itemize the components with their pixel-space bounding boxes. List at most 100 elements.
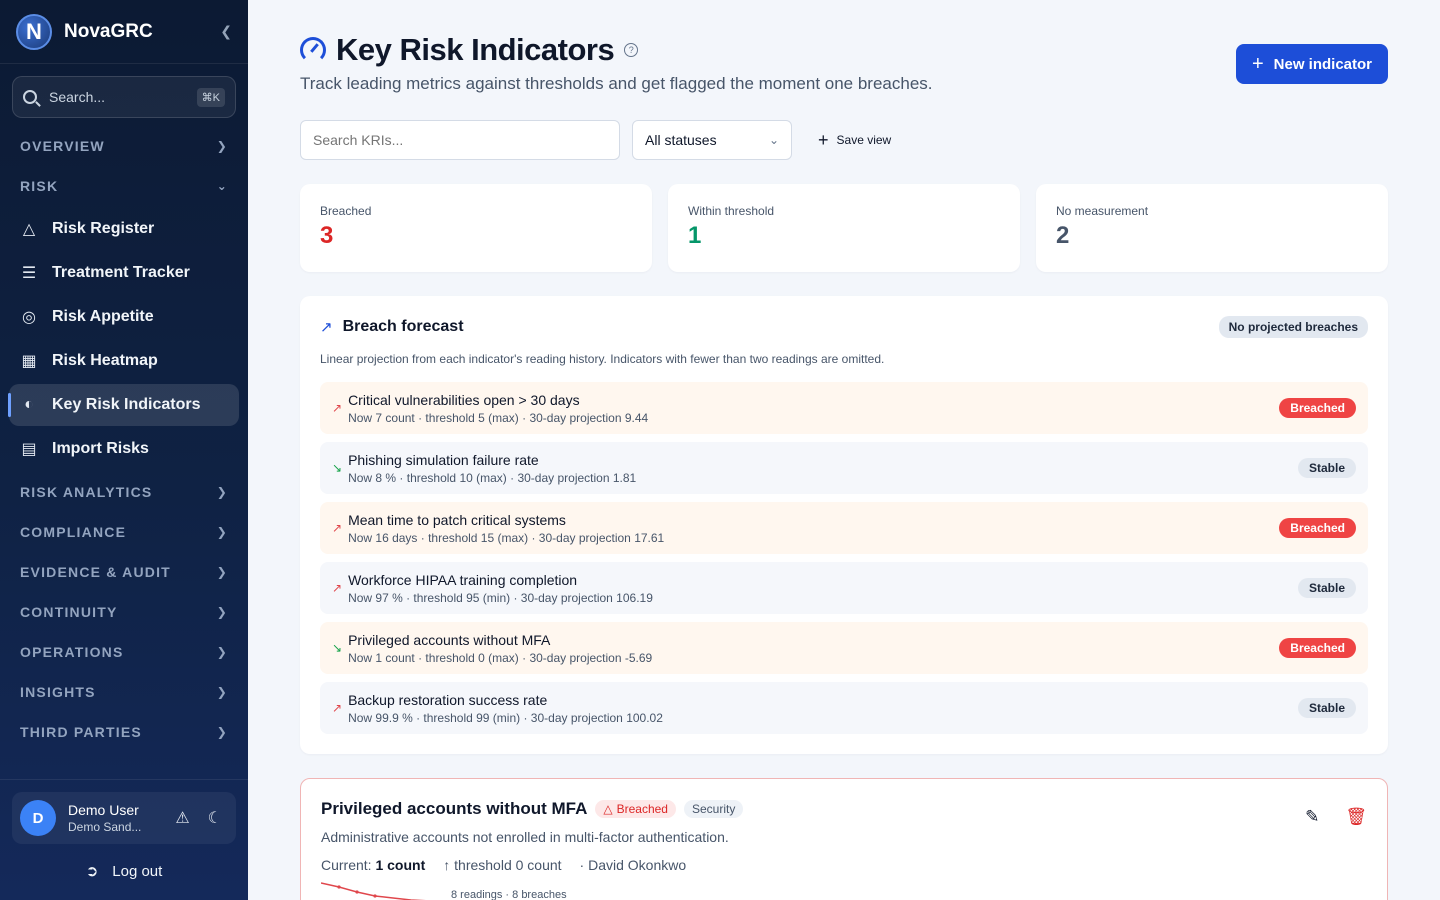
section-label: OPERATIONS [20, 644, 124, 660]
logout-button[interactable]: ➲ Log out [0, 862, 248, 881]
section-continuity[interactable]: CONTINUITY ❯ [0, 592, 248, 632]
status-badge: Stable [1297, 458, 1356, 478]
brand-name[interactable]: NovaGRC [64, 21, 153, 43]
section-third-parties[interactable]: THIRD PARTIES ❯ [0, 712, 248, 752]
sidebar-item-label: Key Risk Indicators [52, 396, 201, 413]
user-card[interactable]: D Demo User Demo Sand... ⚠ ☾ [12, 792, 236, 844]
title-row: Key Risk Indicators ? [300, 32, 639, 68]
stat-card-within-threshold: Within threshold 1 [668, 184, 1020, 272]
kri-card-header: Privileged accounts without MFA △ Breach… [321, 799, 1367, 819]
breach-forecast-panel: ↗ Breach forecast No projected breaches … [300, 296, 1388, 754]
avatar: D [20, 800, 56, 836]
forecast-row[interactable]: ↗ Mean time to patch critical systems No… [320, 502, 1368, 554]
bell-icon[interactable]: ⚠ [175, 808, 189, 828]
section-label: EVIDENCE & AUDIT [20, 564, 171, 580]
breached-badge: △ Breached [595, 800, 676, 818]
forecast-header: ↗ Breach forecast No projected breaches [320, 316, 1368, 338]
section-label: THIRD PARTIES [20, 724, 142, 740]
page-header: Key Risk Indicators ? Track leading metr… [300, 0, 1388, 120]
kri-sparkline-area: 8 readings · 8 breaches [321, 879, 1367, 900]
category-badge: Security [683, 800, 744, 818]
status-badge: Breached [1279, 518, 1356, 538]
sidebar-item-treatment-tracker[interactable]: ☰ Treatment Tracker [9, 252, 239, 294]
target-icon: ◎ [22, 309, 36, 326]
sidebar-item-risk-appetite[interactable]: ◎ Risk Appetite [9, 296, 239, 338]
chevron-right-icon: ❯ [216, 485, 228, 499]
chevron-right-icon: ❯ [216, 565, 228, 579]
gauge-icon [300, 37, 326, 63]
sidebar-search[interactable]: Search... ⌘K [12, 76, 236, 118]
help-icon[interactable]: ? [624, 43, 639, 57]
forecast-row[interactable]: ↗ Critical vulnerabilities open > 30 day… [320, 382, 1368, 434]
sidebar-item-key-risk-indicators[interactable]: ◐ Key Risk Indicators [8, 384, 239, 426]
sidebar-nav: OVERVIEW ❯ RISK ⌄ △ Risk Register ☰ Trea… [0, 126, 248, 752]
new-indicator-button[interactable]: + New indicator [1236, 44, 1388, 84]
forecast-row[interactable]: ↗ Workforce HIPAA training completion No… [320, 562, 1368, 614]
save-view-button[interactable]: + Save view [818, 130, 891, 151]
forecast-row[interactable]: ↗ Backup restoration success rate Now 99… [320, 682, 1368, 734]
section-label: COMPLIANCE [20, 524, 127, 540]
trend-up-icon: ↗ [332, 701, 343, 715]
stat-label: No measurement [1056, 204, 1149, 218]
current-label: Current: [321, 857, 372, 873]
collapse-sidebar-icon[interactable]: ❮ [220, 23, 232, 40]
search-icon [23, 90, 37, 104]
current-value: Current: 1 count [321, 857, 425, 873]
user-org: Demo Sand... [68, 820, 142, 834]
stat-card-breached: Breached 3 [300, 184, 652, 272]
page-title: Key Risk Indicators [336, 32, 615, 67]
user-name: Demo User [68, 802, 139, 818]
line-chart-icon: ↗ [320, 319, 333, 336]
trend-up-icon: ↗ [332, 521, 343, 535]
edit-pencil-icon[interactable]: ✎ [1305, 807, 1319, 827]
kri-card[interactable]: Privileged accounts without MFA △ Breach… [300, 778, 1388, 900]
trash-icon[interactable]: 🗑 [1345, 807, 1367, 827]
sparkline-point [337, 885, 341, 889]
grid-icon: ▦ [21, 353, 37, 370]
warning-triangle-icon: △ [22, 221, 36, 238]
kri-search-input[interactable] [300, 120, 620, 160]
status-badge: Breached [1279, 398, 1356, 418]
section-label: RISK ANALYTICS [20, 484, 153, 500]
section-operations[interactable]: OPERATIONS ❯ [0, 632, 248, 672]
section-risk[interactable]: RISK ⌄ [0, 166, 248, 206]
sidebar-item-import-risks[interactable]: ▤ Import Risks [9, 428, 239, 470]
kri-card-description: Administrative accounts not enrolled in … [321, 829, 729, 845]
plus-icon: + [1251, 52, 1264, 75]
current-amount: 1 count [375, 857, 426, 873]
stat-value: 1 [688, 222, 702, 249]
section-insights[interactable]: INSIGHTS ❯ [0, 672, 248, 712]
trend-up-icon: ↗ [332, 581, 343, 595]
warning-triangle-icon: △ [603, 802, 613, 816]
forecast-row-detail: Now 8 % · threshold 10 (max) · 30-day pr… [348, 470, 637, 485]
chevron-down-icon: ⌄ [768, 133, 779, 147]
forecast-row[interactable]: ↘ Phishing simulation failure rate Now 8… [320, 442, 1368, 494]
chevron-right-icon: ❯ [216, 685, 228, 699]
section-risk-analytics[interactable]: RISK ANALYTICS ❯ [0, 472, 248, 512]
section-compliance[interactable]: COMPLIANCE ❯ [0, 512, 248, 552]
save-view-label: Save view [836, 133, 892, 147]
moon-icon[interactable]: ☾ [208, 808, 222, 828]
stat-value: 2 [1056, 222, 1070, 249]
section-evidence-audit[interactable]: EVIDENCE & AUDIT ❯ [0, 552, 248, 592]
sidebar-item-risk-heatmap[interactable]: ▦ Risk Heatmap [9, 340, 239, 382]
forecast-row-name: Phishing simulation failure rate [348, 451, 539, 468]
page-subtitle: Track leading metrics against thresholds… [300, 74, 933, 93]
sidebar-item-risk-register[interactable]: △ Risk Register [9, 208, 239, 250]
user-actions: ⚠ ☾ [175, 808, 228, 828]
forecast-row-name: Workforce HIPAA training completion [348, 571, 578, 588]
brand-logo[interactable]: N [16, 13, 52, 50]
status-badge: Stable [1297, 578, 1356, 598]
section-overview[interactable]: OVERVIEW ❯ [0, 126, 248, 166]
section-label: INSIGHTS [20, 684, 96, 700]
status-filter-select[interactable]: All statuses ⌄ [632, 120, 792, 160]
status-badge: Breached [1279, 638, 1356, 658]
section-label: RISK [20, 178, 59, 194]
sidebar-item-label: Treatment Tracker [52, 264, 190, 281]
file-sheet-icon: ▤ [21, 441, 37, 458]
stat-value: 3 [320, 222, 334, 249]
forecast-row-detail: Now 97 % · threshold 95 (min) · 30-day p… [348, 590, 653, 605]
filter-bar: All statuses ⌄ + Save view [300, 120, 1388, 160]
forecast-row[interactable]: ↘ Privileged accounts without MFA Now 1 … [320, 622, 1368, 674]
section-label: OVERVIEW [20, 138, 105, 154]
